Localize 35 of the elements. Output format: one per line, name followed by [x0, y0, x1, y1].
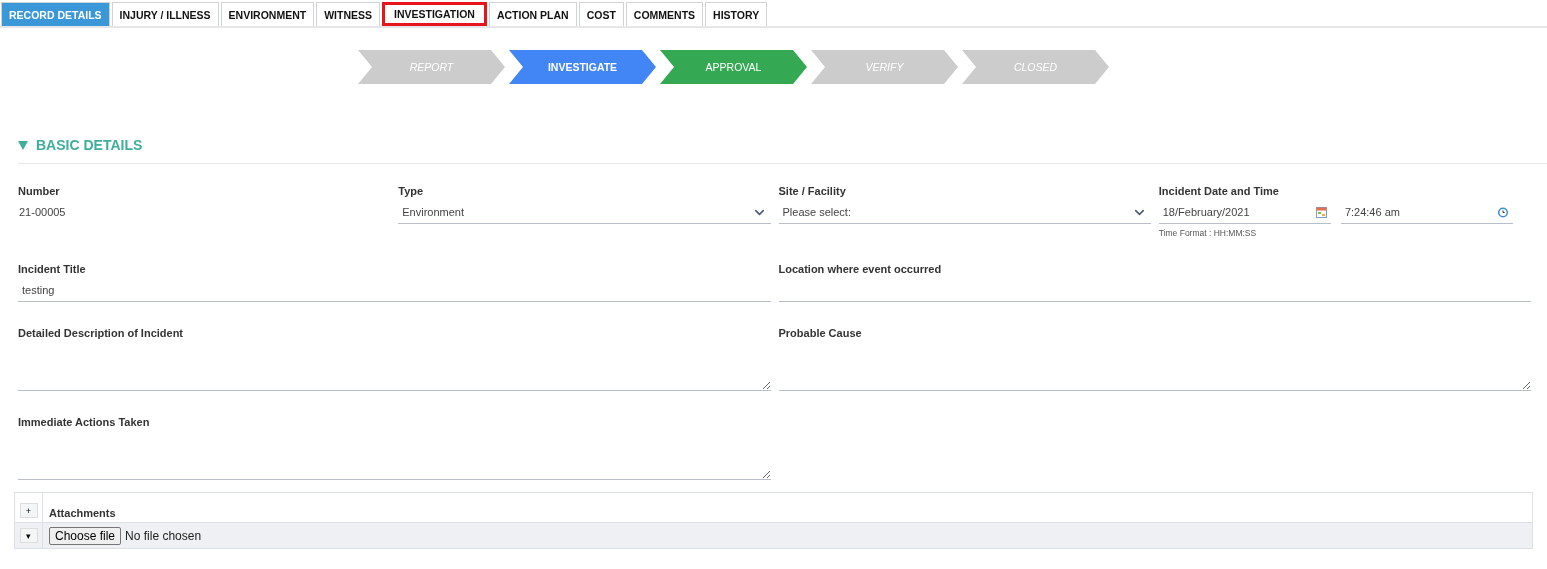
alarm-clock-icon[interactable] [1497, 206, 1509, 218]
date-field[interactable]: 18/February/2021 [1158, 201, 1331, 224]
hint-text: Time Format : HH:MM:SS [1158, 228, 1258, 238]
select-field[interactable]: Please select: [778, 201, 1151, 224]
tab[interactable]: INJURY / ILLNESS [111, 2, 219, 26]
triangle-icon[interactable] [18, 140, 28, 150]
file-status: No file chosen [125, 528, 202, 543]
add-button[interactable]: + [19, 503, 38, 518]
attachments-title: Attachments [49, 507, 116, 519]
stage-step: APPROVAL [660, 50, 807, 84]
tab[interactable]: WITNESS [316, 2, 381, 26]
field-label: Immediate Actions Taken [18, 416, 151, 430]
field-value: 21-00005 [18, 205, 67, 220]
field-label: Type [398, 185, 425, 199]
choose-file-button[interactable]: Choose file [49, 526, 122, 545]
select-field[interactable]: Environment [398, 201, 771, 224]
stage-step: INVESTIGATE [509, 50, 656, 84]
tab[interactable]: HISTORY [705, 2, 768, 26]
field-label: Incident Date and Time [1158, 185, 1280, 199]
tab[interactable]: ENVIRONMENT [220, 2, 315, 26]
tab[interactable]: ACTION PLAN [488, 2, 577, 26]
tab[interactable]: INVESTIGATION [382, 2, 487, 26]
tab[interactable]: COST [578, 2, 624, 26]
tab[interactable]: COMMENTS [625, 2, 704, 26]
field-label: Site / Facility [778, 185, 847, 199]
calendar-icon[interactable] [1315, 206, 1327, 218]
input-field[interactable]: testing [18, 279, 771, 302]
field-label: Incident Title [18, 263, 87, 277]
field-label: Number [18, 185, 61, 199]
field-label: Detailed Description of Incident [18, 327, 185, 341]
time-field[interactable]: 7:24:46 am [1340, 201, 1513, 224]
collapse-button[interactable]: ▾ [19, 528, 38, 543]
field-label: Probable Cause [778, 327, 863, 341]
section-title: BASIC DETAILS [36, 137, 143, 153]
field-label: Location where event occurred [778, 263, 943, 277]
